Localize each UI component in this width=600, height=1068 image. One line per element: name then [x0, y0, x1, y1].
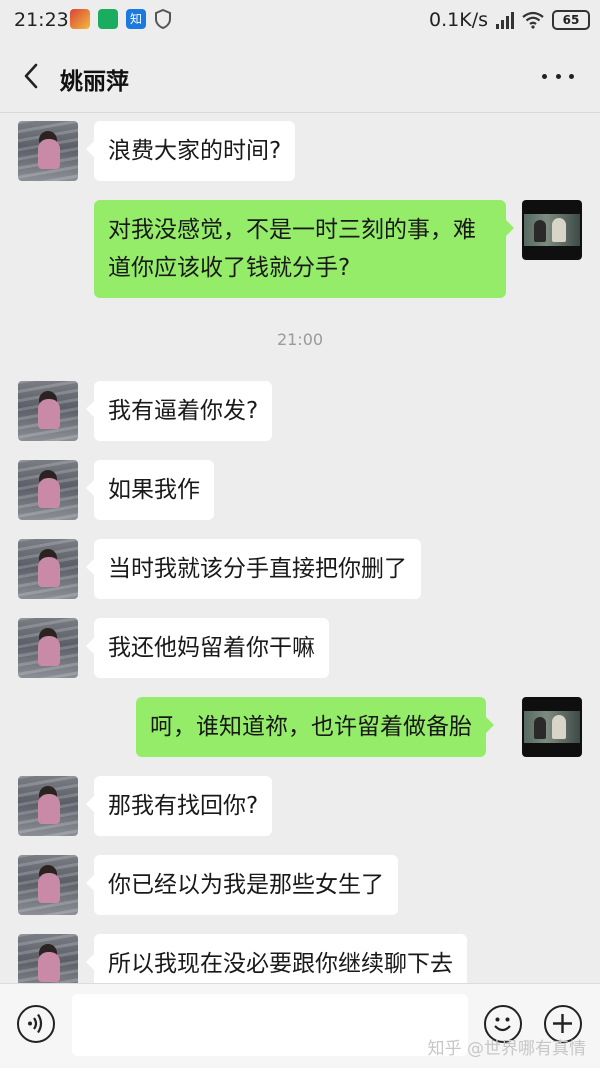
- message-bubble[interactable]: 所以我现在没必要跟你继续聊下去: [86, 934, 467, 983]
- message-bubble[interactable]: 你已经以为我是那些女生了: [86, 855, 398, 915]
- status-time: 21:23: [14, 9, 69, 31]
- status-bar: 21:23 知 0.1K/s 65: [0, 0, 600, 40]
- message-bubble[interactable]: 呵，谁知道祢，也许留着做备胎: [136, 697, 494, 757]
- wifi-icon: [522, 11, 544, 29]
- message-bubble[interactable]: 当时我就该分手直接把你删了: [86, 539, 421, 599]
- chat-title: 姚丽萍: [60, 69, 129, 95]
- message-bubble[interactable]: 我有逼着你发?: [85, 381, 273, 441]
- news-app-icon: [98, 9, 118, 29]
- message-bubble[interactable]: 如果我作: [86, 460, 214, 520]
- contact-avatar[interactable]: [18, 934, 78, 983]
- message-bubble[interactable]: 我还他妈留着你干嘛: [86, 618, 329, 678]
- status-app-icons: 知: [70, 9, 172, 29]
- contact-avatar[interactable]: [18, 381, 78, 441]
- contact-avatar[interactable]: [18, 855, 78, 915]
- chat-header: 姚丽萍: [0, 40, 600, 113]
- message-bubble[interactable]: 浪费大家的时间?: [85, 121, 296, 181]
- zhihu-watermark: 知乎 @世界哪有真情: [427, 1039, 586, 1059]
- status-right: 0.1K/s 65: [429, 9, 590, 31]
- input-bar: 知乎 @世界哪有真情: [0, 983, 600, 1068]
- shield-icon: [155, 9, 171, 29]
- contact-avatar[interactable]: [18, 460, 78, 520]
- contact-avatar[interactable]: [18, 776, 78, 836]
- message-bubble[interactable]: 对我没感觉，不是一时三刻的事，难道你应该收了钱就分手?: [94, 200, 514, 298]
- message-bubble[interactable]: 那我有找回你?: [85, 776, 273, 836]
- voice-input-icon[interactable]: [17, 1005, 55, 1043]
- my-avatar[interactable]: [522, 200, 582, 260]
- network-speed: 0.1K/s: [429, 9, 488, 31]
- game-app-icon: [70, 9, 90, 29]
- contact-avatar[interactable]: [18, 539, 78, 599]
- contact-avatar[interactable]: [18, 618, 78, 678]
- zhihu-app-icon: 知: [126, 9, 146, 29]
- back-arrow-icon[interactable]: [18, 62, 46, 90]
- message-timestamp: 21:00: [276, 330, 324, 349]
- battery-icon: 65: [552, 10, 590, 30]
- more-options-icon[interactable]: [542, 62, 574, 90]
- message-input[interactable]: [72, 994, 468, 1056]
- contact-avatar[interactable]: [18, 121, 78, 181]
- my-avatar[interactable]: [522, 697, 582, 757]
- signal-icon: [496, 11, 514, 29]
- chat-area[interactable]: 浪费大家的时间? 对我没感觉，不是一时三刻的事，难道你应该收了钱就分手? 21:…: [0, 113, 600, 983]
